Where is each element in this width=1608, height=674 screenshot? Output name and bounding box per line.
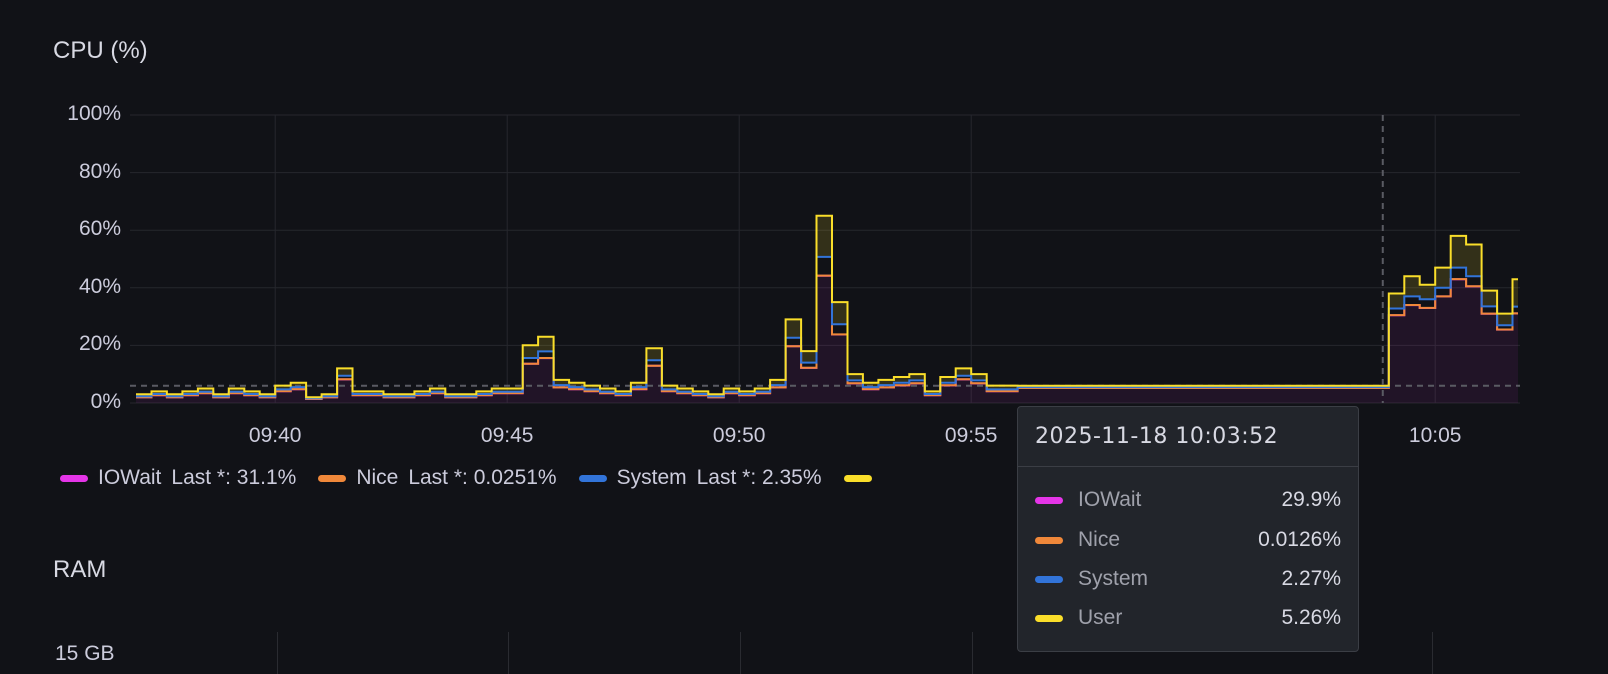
ram-y-tick: 15 GB: [55, 642, 115, 665]
legend-stat: Last *: 2.35%: [696, 466, 822, 489]
hover-tooltip: 2025-11-18 10:03:52 IOWait 29.9% Nice 0.…: [1017, 406, 1359, 652]
tooltip-series-name: IOWait: [1078, 488, 1142, 511]
legend-item-user[interactable]: [843, 466, 872, 490]
iowait-color-swatch: [60, 474, 88, 482]
cpu-chart[interactable]: [0, 0, 1608, 674]
iowait-area: [136, 275, 1518, 403]
y-tick-label: 20%: [78, 332, 121, 356]
y-tick-label: 0%: [90, 390, 121, 413]
tooltip-series-value: 0.0126%: [1258, 528, 1341, 551]
ram-panel-title[interactable]: RAM: [53, 556, 106, 584]
tooltip-row-iowait: IOWait 29.9%: [1035, 488, 1341, 512]
y-tick-label: 80%: [78, 159, 121, 183]
tooltip-series-name: Nice: [1078, 528, 1121, 551]
x-tick-label: 10:05: [1408, 424, 1462, 447]
legend-label: System: [616, 466, 687, 489]
tooltip-time: 2025-11-18 10:03:52: [1018, 407, 1358, 467]
iowait-color-swatch: [1035, 496, 1063, 504]
tooltip-series-value: 29.9%: [1281, 488, 1341, 511]
tooltip-row-user: User 5.26%: [1035, 606, 1341, 630]
legend-item-system[interactable]: System Last *: 2.35%: [578, 466, 822, 490]
ram-gridline: [740, 632, 741, 674]
tooltip-series-name: User: [1078, 606, 1123, 629]
ram-gridline: [1432, 632, 1433, 674]
legend-stat: Last *: 31.1%: [171, 466, 297, 489]
system-color-swatch: [578, 474, 607, 482]
user-color-swatch: [1035, 614, 1063, 622]
ram-gridline: [508, 632, 509, 674]
legend-stat: Last *: 0.0251%: [408, 466, 557, 489]
y-tick-label: 100%: [67, 102, 121, 125]
y-tick-label: 40%: [78, 274, 121, 298]
tooltip-series-value: 2.27%: [1281, 567, 1341, 590]
tooltip-series-name: System: [1078, 567, 1149, 590]
ram-gridline: [277, 632, 278, 674]
y-tick-label: 60%: [78, 217, 121, 241]
x-tick-label: 09:55: [944, 424, 998, 447]
legend-item-nice[interactable]: Nice Last *: 0.0251%: [318, 466, 557, 490]
legend-item-iowait[interactable]: IOWait Last *: 31.1%: [60, 466, 296, 490]
x-tick-label: 09:40: [248, 424, 302, 447]
chart-legend: IOWait Last *: 31.1% Nice Last *: 0.0251…: [60, 466, 872, 490]
x-tick-label: 09:50: [712, 424, 766, 447]
ram-gridline: [972, 632, 973, 674]
nice-color-swatch: [1035, 536, 1063, 544]
tooltip-row-system: System 2.27%: [1035, 567, 1341, 591]
tooltip-series-value: 5.26%: [1281, 606, 1341, 629]
system-color-swatch: [1035, 575, 1063, 583]
user-color-swatch: [843, 474, 872, 482]
legend-label: Nice: [356, 466, 399, 489]
tooltip-row-nice: Nice 0.0126%: [1035, 528, 1341, 552]
legend-label: IOWait: [98, 466, 162, 489]
x-tick-label: 09:45: [480, 424, 534, 447]
nice-color-swatch: [318, 474, 347, 482]
